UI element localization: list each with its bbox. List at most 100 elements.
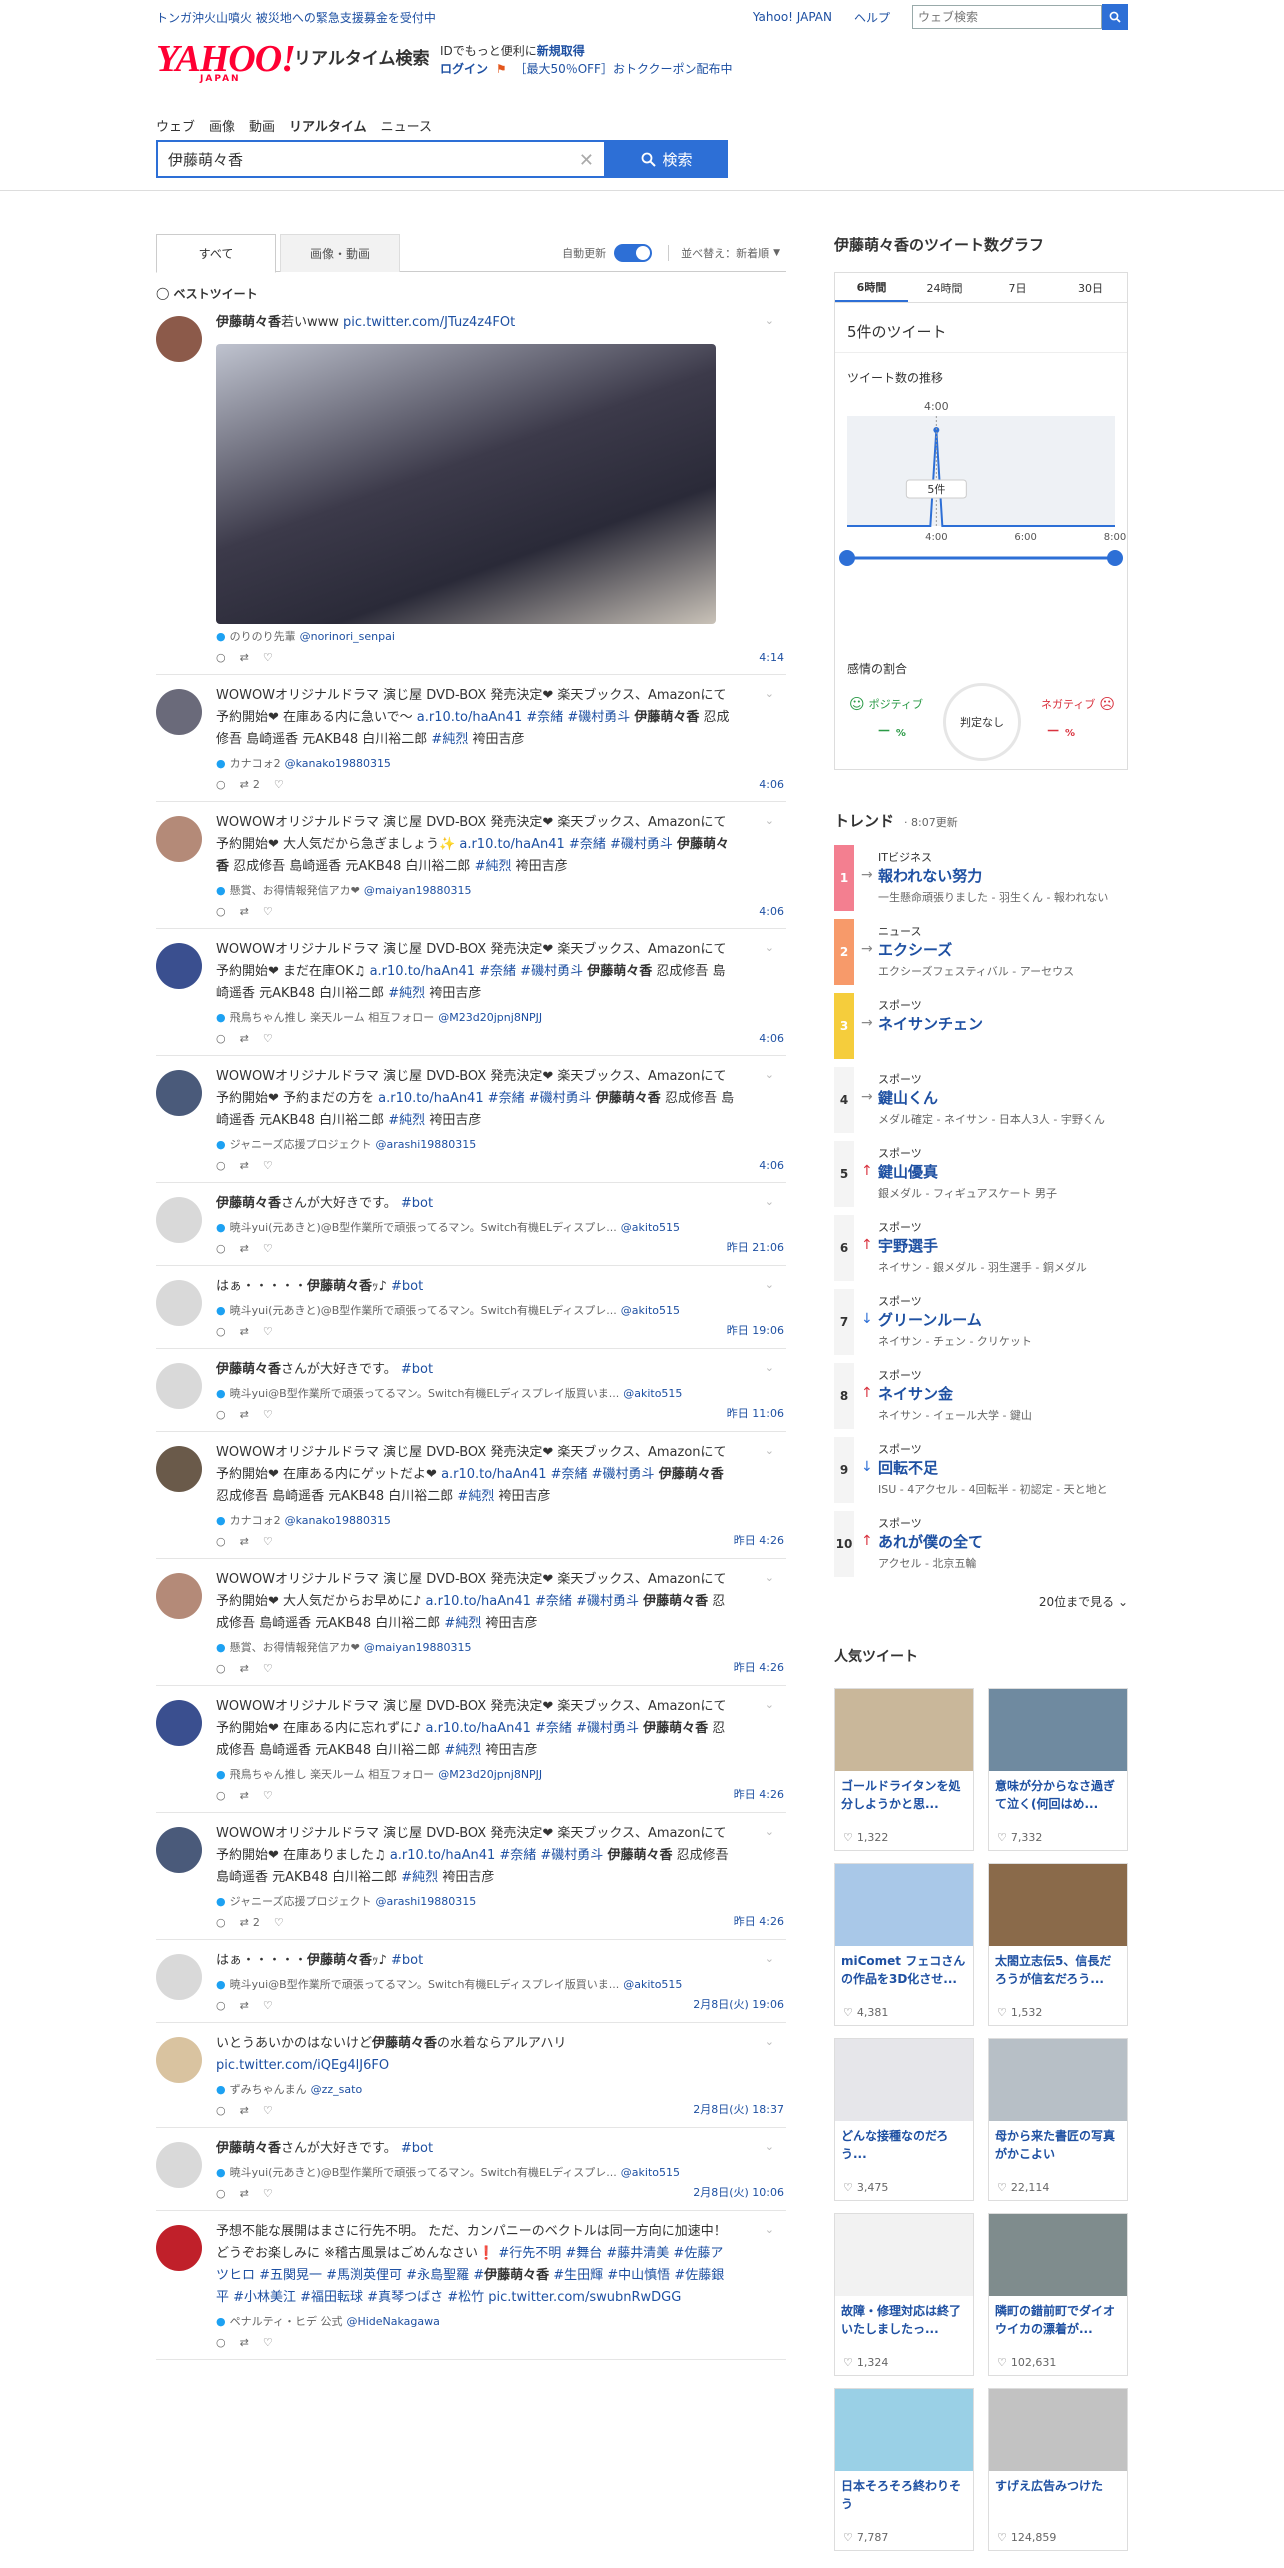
tweet-link[interactable]: #bot xyxy=(401,1196,433,1211)
chevron-down-icon[interactable]: ⌄ xyxy=(765,1571,774,1584)
trend-item[interactable]: 3 スポーツ → ネイサンチェン xyxy=(834,993,1128,1067)
user-handle[interactable]: @arashi19880315 xyxy=(376,1138,477,1151)
range-tab-30d[interactable]: 30日 xyxy=(1054,273,1127,302)
user-name[interactable]: 懸賞、お得情報発信アカ❤ xyxy=(230,1639,360,1655)
trend-item[interactable]: 7 スポーツ ↓ グリーンルーム ネイサン - チェン - クリケット xyxy=(834,1289,1128,1363)
tweet-photo[interactable] xyxy=(216,344,716,624)
avatar[interactable] xyxy=(156,689,202,735)
user-name[interactable]: 暁斗yui@B型作業所で頑張ってるマン。Switch有機ELディスプレイ版買いま… xyxy=(230,1976,620,1992)
tweet-link[interactable]: a.r10.to/haAn41 xyxy=(441,1467,546,1482)
tweet-time[interactable]: 昨日 19:06 xyxy=(727,1322,784,1338)
user-name[interactable]: 暁斗yui(元あきと)@B型作業所で頑張ってるマン。Switch有機ELディスプ… xyxy=(230,1302,617,1318)
trend-item[interactable]: 1 ITビジネス → 報われない努力 一生懸命頑張りました - 羽生くん - 報われない xyxy=(834,845,1128,919)
tweet-link[interactable]: pic.twitter.com/JTuz4z4FOt xyxy=(343,315,515,330)
popular-tweet-image[interactable] xyxy=(989,2389,1127,2471)
avatar[interactable] xyxy=(156,943,202,989)
tweet-link[interactable]: #純烈 xyxy=(431,732,468,747)
like-icon[interactable]: ♡ xyxy=(263,1325,273,1338)
chevron-down-icon[interactable]: ⌄ xyxy=(765,814,774,827)
tweet-link[interactable]: #純烈 xyxy=(444,1743,481,1758)
chevron-down-icon[interactable]: ⌄ xyxy=(765,2140,774,2153)
retweet-icon[interactable]: ⇄ xyxy=(240,1032,249,1045)
user-name[interactable]: 懸賞、お得情報発信アカ❤ xyxy=(230,882,360,898)
popular-tweet-image[interactable] xyxy=(989,1689,1127,1771)
retweet-icon[interactable]: ⇄ xyxy=(240,2336,249,2349)
chevron-down-icon[interactable]: ⌄ xyxy=(765,2035,774,2048)
range-slider-end-handle[interactable] xyxy=(1107,550,1123,566)
tweet-link[interactable]: pic.twitter.com/iQEg4lJ6FO xyxy=(216,2058,389,2073)
popular-tweet-title[interactable]: すげえ広告みつけた xyxy=(989,2471,1127,2517)
tweet-time[interactable]: 昨日 11:06 xyxy=(727,1405,784,1421)
avatar[interactable] xyxy=(156,1363,202,1409)
user-handle[interactable]: @kanako19880315 xyxy=(285,757,391,770)
tweet-link[interactable]: #bot xyxy=(401,1362,433,1377)
reply-icon[interactable]: ○ xyxy=(216,1535,226,1548)
reply-icon[interactable]: ○ xyxy=(216,1916,226,1929)
popular-tweet-card[interactable]: 隣町の錯前町でダイオウイカの漂着が... ♡ 102,631 xyxy=(988,2213,1128,2376)
tweet-time[interactable]: 昨日 4:26 xyxy=(734,1913,784,1929)
chevron-down-icon[interactable]: ⌄ xyxy=(765,1698,774,1711)
user-handle[interactable]: @akito515 xyxy=(623,1978,682,1991)
trend-keyword[interactable]: 報われない努力 xyxy=(878,865,982,886)
popular-tweet-title[interactable]: ゴールドライタンを処分しようかと思... xyxy=(835,1771,973,1817)
like-icon[interactable]: ♡ xyxy=(263,1408,273,1421)
like-icon[interactable]: ♡ xyxy=(263,905,273,918)
user-name[interactable]: 暁斗yui(元あきと)@B型作業所で頑張ってるマン。Switch有機ELディスプ… xyxy=(230,2164,617,2180)
tweet-link[interactable]: #純烈 xyxy=(388,986,425,1001)
popular-tweet-card[interactable]: 太閤立志伝5、信長だろうが信玄だろう... ♡ 1,532 xyxy=(988,1863,1128,2026)
trend-keyword[interactable]: グリーンルーム xyxy=(878,1309,982,1330)
avatar[interactable] xyxy=(156,2142,202,2188)
like-icon[interactable]: ♡ xyxy=(263,1159,273,1172)
reply-icon[interactable]: ○ xyxy=(216,1159,226,1172)
user-name[interactable]: のりのり先輩 xyxy=(230,628,296,644)
avatar[interactable] xyxy=(156,1954,202,2000)
tweet-link[interactable]: #奈緒 #磯村勇斗 xyxy=(495,1848,607,1863)
like-icon[interactable]: ♡ xyxy=(263,1242,273,1255)
like-icon[interactable]: ♡ xyxy=(274,778,284,791)
trend-keyword[interactable]: 宇野選手 xyxy=(878,1235,938,1256)
trend-keyword[interactable]: エクシーズ xyxy=(878,939,952,960)
popular-tweet-title[interactable]: 意味が分からなさ過ぎて泣く(何回はめ... xyxy=(989,1771,1127,1817)
popular-tweet-card[interactable]: すげえ広告みつけた ♡ 124,859 xyxy=(988,2388,1128,2551)
auto-update-toggle[interactable] xyxy=(614,244,653,262)
popular-tweet-card[interactable]: どんな接種なのだろう... ♡ 3,475 xyxy=(834,2038,974,2201)
retweet-icon[interactable]: ⇄ xyxy=(240,778,249,791)
tweet-link[interactable]: #純烈 xyxy=(457,1489,494,1504)
avatar[interactable] xyxy=(156,1197,202,1243)
retweet-icon[interactable]: ⇄ xyxy=(240,1408,249,1421)
user-handle[interactable]: @norinori_senpai xyxy=(300,630,395,643)
user-name[interactable]: ずみちゃんまん xyxy=(230,2081,307,2097)
user-handle[interactable]: @akito515 xyxy=(621,1304,680,1317)
trend-keyword[interactable]: 鍵山くん xyxy=(878,1087,938,1108)
avatar[interactable] xyxy=(156,1446,202,1492)
popular-tweet-card[interactable]: 故障・修理対応は終了いたしましたっ... ♡ 1,324 xyxy=(834,2213,974,2376)
tweet-link[interactable]: #奈緒 #磯村勇斗 xyxy=(531,1594,643,1609)
user-name[interactable]: ジャニーズ応援プロジェクト xyxy=(230,1136,372,1152)
reply-icon[interactable]: ○ xyxy=(216,1242,226,1255)
reply-icon[interactable]: ○ xyxy=(216,1999,226,2012)
user-handle[interactable]: @akito515 xyxy=(621,1221,680,1234)
tweet-time[interactable]: 昨日 21:06 xyxy=(727,1239,784,1255)
trend-keyword[interactable]: 回転不足 xyxy=(878,1457,938,1478)
tweet-time[interactable]: 昨日 4:26 xyxy=(734,1532,784,1548)
trend-item[interactable]: 9 スポーツ ↓ 回転不足 ISU - 4アクセル - 4回転半 - 初認定 - 天と地… xyxy=(834,1437,1128,1511)
tweet-time[interactable]: 4:14 xyxy=(759,651,784,664)
like-icon[interactable]: ♡ xyxy=(263,2336,273,2349)
user-handle[interactable]: @M23d20jpnj8NPJJ xyxy=(438,1011,542,1024)
popular-tweet-card[interactable]: ゴールドライタンを処分しようかと思... ♡ 1,322 xyxy=(834,1688,974,1851)
range-tab-24h[interactable]: 24時間 xyxy=(908,273,981,302)
tweet-time[interactable]: 4:06 xyxy=(759,1032,784,1045)
reply-icon[interactable]: ○ xyxy=(216,1408,226,1421)
user-handle[interactable]: @arashi19880315 xyxy=(376,1895,477,1908)
tweet-time[interactable]: 昨日 4:26 xyxy=(734,1659,784,1675)
range-slider-start-handle[interactable] xyxy=(839,550,855,566)
avatar[interactable] xyxy=(156,1827,202,1873)
user-handle[interactable]: @M23d20jpnj8NPJJ xyxy=(438,1768,542,1781)
reply-icon[interactable]: ○ xyxy=(216,905,226,918)
popular-tweet-card[interactable]: 母から来た書匠の写真がかこよい ♡ 22,114 xyxy=(988,2038,1128,2201)
user-name[interactable]: 暁斗yui(元あきと)@B型作業所で頑張ってるマン。Switch有機ELディスプ… xyxy=(230,1219,617,1235)
tweet-time[interactable]: 4:06 xyxy=(759,778,784,791)
like-icon[interactable]: ♡ xyxy=(263,1032,273,1045)
sort-select[interactable]: 並べ替え：新着順 xyxy=(681,245,769,261)
tweet-link[interactable]: #奈緒 #磯村勇斗 xyxy=(547,1467,659,1482)
